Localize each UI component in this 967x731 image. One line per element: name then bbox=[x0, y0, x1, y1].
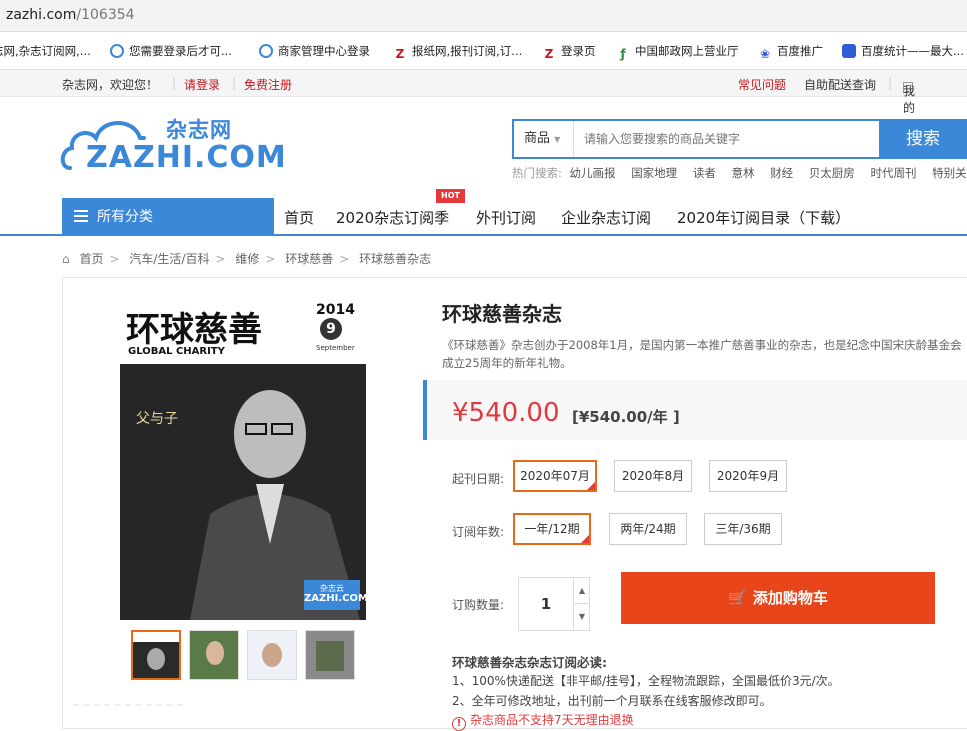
bookmark-item[interactable]: 商家管理中心登录 bbox=[259, 43, 370, 59]
divider: | bbox=[172, 76, 177, 90]
divider: | bbox=[232, 76, 237, 90]
bookmark-item[interactable]: Z 登录页 bbox=[542, 43, 596, 61]
years-option-selected[interactable]: 一年/12期 bbox=[513, 513, 591, 545]
bookmark-icon bbox=[259, 44, 273, 58]
register-link[interactable]: 免费注册 bbox=[244, 76, 292, 93]
main-nav: 所有分类 首页 2020杂志订阅季 外刊订阅 企业杂志订阅 2020年订阅目录（… bbox=[0, 198, 967, 236]
breadcrumb-item[interactable]: 汽车/生活/百科 bbox=[129, 252, 209, 266]
notice-line: 1、100%快递配送【非平邮/挂号】，全程物流跟踪，全国最低价3元/次。 bbox=[452, 674, 840, 688]
paw-icon: ❀ bbox=[759, 47, 771, 61]
url-text[interactable]: zazhi.com/106354 bbox=[6, 7, 135, 23]
nav-home[interactable]: 首页 bbox=[284, 207, 314, 228]
hot-search-link[interactable]: 国家地理 bbox=[631, 166, 677, 180]
hot-search-link[interactable]: 财经 bbox=[770, 166, 793, 180]
divider: | bbox=[888, 76, 893, 90]
nav-catalog[interactable]: 2020年订阅目录（下载） bbox=[677, 207, 850, 228]
add-to-cart-button[interactable]: 🛒 添加购物车 bbox=[621, 572, 935, 624]
breadcrumb-item: 环球慈善杂志 bbox=[359, 252, 432, 266]
product-price: ¥540.00 bbox=[452, 398, 560, 428]
bookmark-icon bbox=[110, 44, 124, 58]
welcome-text: 杂志网，欢迎您！ bbox=[62, 78, 159, 92]
years-label: 订阅年数: bbox=[452, 525, 505, 539]
product-title: 环球慈善杂志 bbox=[442, 302, 562, 326]
hot-search-link[interactable]: 幼儿画报 bbox=[570, 166, 616, 180]
site-topbar: 杂志网，欢迎您！ | 请登录 | 免费注册 常见问题 自助配送查询 | 我的订单 bbox=[0, 70, 967, 149]
product-description: 《环球慈善》杂志创办于2008年1月，是国内第一本推广慈善事业的杂志，也是纪念中… bbox=[442, 338, 962, 370]
cover-issue: 9 bbox=[320, 318, 342, 340]
search-category-select[interactable]: 商品 ▼ bbox=[514, 121, 574, 157]
nav-foreign[interactable]: 外刊订阅 bbox=[476, 207, 536, 228]
thumbnail[interactable] bbox=[131, 630, 181, 680]
post-icon: ƒ bbox=[620, 47, 626, 61]
qty-label: 订购数量: bbox=[452, 598, 505, 612]
start-option[interactable]: 2020年9月 bbox=[709, 460, 787, 492]
site-logo[interactable]: 杂志网 ZAZHI.COM bbox=[60, 112, 286, 176]
thumbnail[interactable] bbox=[247, 630, 297, 680]
cover-brand-badge: 杂志云 ZAZHI.COM bbox=[304, 580, 366, 610]
bookmark-item[interactable]: 百度统计——最大... bbox=[842, 43, 964, 59]
start-option-selected[interactable]: 2020年07月 bbox=[513, 460, 597, 492]
search-button[interactable]: 搜索 bbox=[879, 119, 967, 159]
thumbnail[interactable] bbox=[189, 630, 239, 680]
breadcrumb-item[interactable]: 环球慈善 bbox=[285, 252, 333, 266]
cover-month: September bbox=[316, 344, 355, 352]
qty-down-icon[interactable]: ▼ bbox=[573, 604, 590, 630]
bookmark-item[interactable]: 您需要登录后才可... bbox=[110, 43, 232, 59]
hot-search-link[interactable]: 读者 bbox=[693, 166, 716, 180]
years-option[interactable]: 两年/24期 bbox=[609, 513, 687, 545]
thumbnail[interactable] bbox=[305, 630, 355, 680]
browser-url-bar[interactable]: zazhi.com/106354 bbox=[0, 0, 967, 32]
hot-search-link[interactable]: 时代周刊 bbox=[870, 166, 916, 180]
cover-subtitle: GLOBAL CHARITY bbox=[128, 346, 225, 357]
quantity-input[interactable]: 1 bbox=[519, 578, 573, 630]
all-categories-button[interactable]: 所有分类 bbox=[62, 198, 274, 236]
cover-title: 环球慈善 bbox=[126, 310, 262, 350]
home-icon: ⌂ bbox=[62, 252, 70, 266]
search-box: 商品 ▼ 搜索 bbox=[512, 119, 967, 159]
logo-en: ZAZHI.COM bbox=[86, 140, 287, 175]
menu-icon bbox=[74, 210, 88, 222]
z-icon: Z bbox=[544, 47, 554, 61]
bookmark-item[interactable]: 志网,杂志订阅网,... bbox=[0, 43, 91, 59]
notice-warning: ! 杂志商品不支持7天无理由退换 bbox=[452, 711, 634, 731]
hot-search-link[interactable]: 贝太厨房 bbox=[809, 166, 855, 180]
caret-down-icon: ▼ bbox=[554, 135, 561, 144]
bookmark-item[interactable]: Z 报纸网,报刊订阅,订... bbox=[393, 43, 523, 61]
login-link[interactable]: 请登录 bbox=[184, 76, 220, 93]
years-option[interactable]: 三年/36期 bbox=[704, 513, 782, 545]
cover-headline: 父与子 bbox=[136, 411, 178, 427]
bookmark-item[interactable]: ƒ 中国邮政网上营业厅 bbox=[616, 43, 738, 61]
nav-enterprise[interactable]: 企业杂志订阅 bbox=[561, 207, 651, 228]
quantity-stepper: 1 ▲ ▼ bbox=[518, 577, 590, 631]
hot-searches: 热门搜索: 幼儿画报 国家地理 读者 意林 财经 贝太厨房 时代周刊 特别关注 bbox=[512, 165, 967, 181]
delivery-link[interactable]: 自助配送查询 bbox=[804, 76, 876, 93]
qty-up-icon[interactable]: ▲ bbox=[573, 578, 590, 604]
breadcrumb-item[interactable]: 首页 bbox=[79, 252, 103, 266]
start-option[interactable]: 2020年8月 bbox=[614, 460, 692, 492]
breadcrumb: ⌂ 首页 > 汽车/生活/百科 > 维修 > 环球慈善 > 环球慈善杂志 bbox=[62, 252, 432, 266]
hot-search-link[interactable]: 意林 bbox=[732, 166, 755, 180]
hot-search-link[interactable]: 特别关注 bbox=[932, 166, 967, 180]
start-date-label: 起刊日期: bbox=[452, 472, 505, 486]
divider bbox=[73, 704, 183, 706]
nav-2020-season[interactable]: 2020杂志订阅季 bbox=[336, 207, 449, 228]
magazine-cover[interactable]: 环球慈善 GLOBAL CHARITY 2014 9 September 父与子… bbox=[120, 298, 366, 620]
chart-icon bbox=[842, 44, 856, 58]
bookmark-item[interactable]: ❀ 百度推广 bbox=[758, 43, 823, 61]
faq-link[interactable]: 常见问题 bbox=[738, 76, 786, 93]
cart-icon: 🛒 bbox=[728, 589, 747, 607]
breadcrumb-item[interactable]: 维修 bbox=[235, 252, 259, 266]
hot-badge: HOT bbox=[436, 189, 465, 203]
bookmarks-bar: 志网,杂志订阅网,... 您需要登录后才可... 商家管理中心登录 Z 报纸网,报… bbox=[0, 32, 967, 70]
z-icon: Z bbox=[395, 47, 405, 61]
notice-title: 环球慈善杂志杂志订阅必读: bbox=[452, 655, 607, 670]
search-input[interactable] bbox=[584, 132, 864, 146]
cover-year: 2014 bbox=[316, 302, 355, 318]
notice-line: 2、全年可修改地址，出刊前一个月联系在线客服修改即可。 bbox=[452, 694, 772, 708]
price-per-year: [¥540.00/年 ] bbox=[572, 408, 680, 426]
